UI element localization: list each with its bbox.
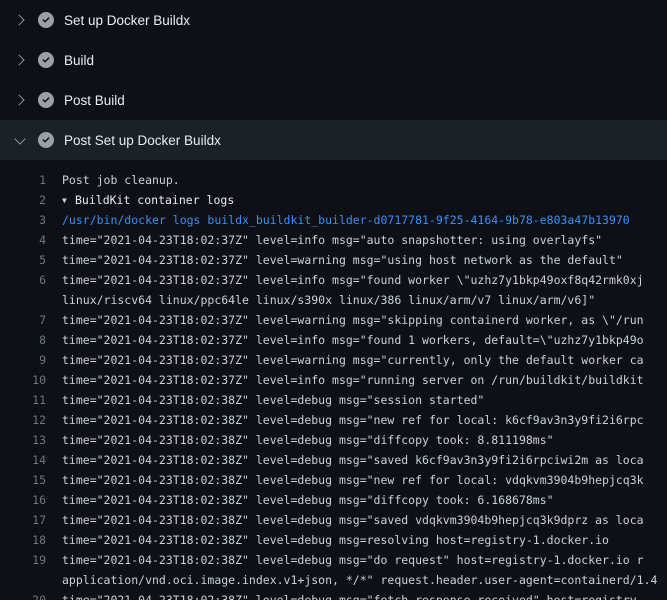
log-line[interactable]: 14time="2021-04-23T18:02:38Z" level=debu… bbox=[0, 450, 667, 470]
log-line-text: application/vnd.oci.image.index.v1+json,… bbox=[46, 570, 657, 590]
log-line[interactable]: 16time="2021-04-23T18:02:38Z" level=debu… bbox=[0, 490, 667, 510]
step-row-set-up-docker-buildx[interactable]: Set up Docker Buildx bbox=[0, 0, 667, 40]
log-line[interactable]: 3/usr/bin/docker logs buildx_buildkit_bu… bbox=[0, 210, 667, 230]
log-line[interactable]: 1Post job cleanup. bbox=[0, 170, 667, 190]
log-area: 1Post job cleanup.2▼BuildKit container l… bbox=[0, 160, 667, 600]
log-line-text: time="2021-04-23T18:02:38Z" level=debug … bbox=[46, 490, 554, 510]
log-line-number[interactable]: 7 bbox=[0, 310, 46, 330]
chevron-right-icon[interactable] bbox=[12, 52, 28, 68]
log-line[interactable]: 10time="2021-04-23T18:02:37Z" level=info… bbox=[0, 370, 667, 390]
log-line[interactable]: 6time="2021-04-23T18:02:37Z" level=info … bbox=[0, 270, 667, 290]
log-line-text: linux/riscv64 linux/ppc64le linux/s390x … bbox=[46, 290, 595, 310]
log-line[interactable]: 7time="2021-04-23T18:02:37Z" level=warni… bbox=[0, 310, 667, 330]
log-line[interactable]: 9time="2021-04-23T18:02:37Z" level=warni… bbox=[0, 350, 667, 370]
log-line-number[interactable]: 18 bbox=[0, 530, 46, 550]
log-line-number[interactable]: 15 bbox=[0, 470, 46, 490]
log-line-text: time="2021-04-23T18:02:38Z" level=debug … bbox=[46, 510, 644, 530]
step-row-post-set-up-docker-buildx[interactable]: Post Set up Docker Buildx bbox=[0, 120, 667, 160]
step-label: Set up Docker Buildx bbox=[64, 13, 190, 28]
log-line-number[interactable]: 8 bbox=[0, 330, 46, 350]
step-label: Post Set up Docker Buildx bbox=[64, 133, 221, 148]
actions-log-viewer: Set up Docker Buildx Build Post Build Post … bbox=[0, 0, 667, 600]
log-line[interactable]: 8time="2021-04-23T18:02:37Z" level=info … bbox=[0, 330, 667, 350]
step-row-build[interactable]: Build bbox=[0, 40, 667, 80]
log-group-line: ▼BuildKit container logs bbox=[46, 190, 234, 210]
log-line-number[interactable]: 16 bbox=[0, 490, 46, 510]
log-line[interactable]: 11time="2021-04-23T18:02:38Z" level=debu… bbox=[0, 390, 667, 410]
log-line-number[interactable]: 4 bbox=[0, 230, 46, 250]
log-line[interactable]: 13time="2021-04-23T18:02:38Z" level=debu… bbox=[0, 430, 667, 450]
log-line-number bbox=[0, 570, 46, 590]
log-line-number[interactable]: 1 bbox=[0, 170, 46, 190]
log-line[interactable]: 5time="2021-04-23T18:02:37Z" level=warni… bbox=[0, 250, 667, 270]
steps-list: Set up Docker Buildx Build Post Build Post … bbox=[0, 0, 667, 160]
log-line[interactable]: 18time="2021-04-23T18:02:38Z" level=debu… bbox=[0, 530, 667, 550]
log-line-text: time="2021-04-23T18:02:37Z" level=info m… bbox=[46, 330, 644, 350]
log-line[interactable]: linux/riscv64 linux/ppc64le linux/s390x … bbox=[0, 290, 667, 310]
log-line-text: time="2021-04-23T18:02:37Z" level=warnin… bbox=[46, 310, 644, 330]
log-line-number[interactable]: 9 bbox=[0, 350, 46, 370]
log-line-text: time="2021-04-23T18:02:37Z" level=warnin… bbox=[46, 250, 623, 270]
chevron-right-icon[interactable] bbox=[12, 12, 28, 28]
log-line-number[interactable]: 20 bbox=[0, 590, 46, 600]
log-line[interactable]: 2▼BuildKit container logs bbox=[0, 190, 667, 210]
log-line[interactable]: application/vnd.oci.image.index.v1+json,… bbox=[0, 570, 667, 590]
log-line[interactable]: 19time="2021-04-23T18:02:38Z" level=debu… bbox=[0, 550, 667, 570]
log-group-label: BuildKit container logs bbox=[75, 193, 234, 207]
log-line-text: time="2021-04-23T18:02:37Z" level=info m… bbox=[46, 270, 644, 290]
log-line[interactable]: 17time="2021-04-23T18:02:38Z" level=debu… bbox=[0, 510, 667, 530]
log-line-text: time="2021-04-23T18:02:37Z" level=info m… bbox=[46, 230, 602, 250]
log-line-number[interactable]: 17 bbox=[0, 510, 46, 530]
step-row-post-build[interactable]: Post Build bbox=[0, 80, 667, 120]
log-line[interactable]: 20time="2021-04-23T18:02:38Z" level=debu… bbox=[0, 590, 667, 600]
log-line-text: time="2021-04-23T18:02:38Z" level=debug … bbox=[46, 390, 484, 410]
log-line-text: time="2021-04-23T18:02:38Z" level=debug … bbox=[46, 430, 554, 450]
log-line-number[interactable]: 12 bbox=[0, 410, 46, 430]
success-check-icon bbox=[38, 12, 54, 28]
log-line-text: time="2021-04-23T18:02:38Z" level=debug … bbox=[46, 550, 644, 570]
log-command-text[interactable]: /usr/bin/docker logs buildx_buildkit_bui… bbox=[46, 210, 630, 230]
chevron-right-icon[interactable] bbox=[12, 92, 28, 108]
log-line-number[interactable]: 10 bbox=[0, 370, 46, 390]
log-line-text: Post job cleanup. bbox=[46, 170, 180, 190]
log-line-text: time="2021-04-23T18:02:38Z" level=debug … bbox=[46, 470, 644, 490]
step-label: Build bbox=[64, 53, 94, 68]
log-line-number[interactable]: 14 bbox=[0, 450, 46, 470]
log-line-number[interactable]: 6 bbox=[0, 270, 46, 290]
log-line-number[interactable]: 2 bbox=[0, 190, 46, 210]
log-line-number[interactable]: 13 bbox=[0, 430, 46, 450]
log-line-text: time="2021-04-23T18:02:38Z" level=debug … bbox=[46, 450, 644, 470]
log-line-text: time="2021-04-23T18:02:37Z" level=warnin… bbox=[46, 350, 644, 370]
log-line[interactable]: 12time="2021-04-23T18:02:38Z" level=debu… bbox=[0, 410, 667, 430]
log-line-number[interactable]: 19 bbox=[0, 550, 46, 570]
log-line[interactable]: 15time="2021-04-23T18:02:38Z" level=debu… bbox=[0, 470, 667, 490]
log-line-text: time="2021-04-23T18:02:38Z" level=debug … bbox=[46, 410, 644, 430]
log-line-number bbox=[0, 290, 46, 310]
log-group-toggle-icon[interactable]: ▼ bbox=[62, 191, 75, 210]
log-line-number[interactable]: 11 bbox=[0, 390, 46, 410]
log-line-text: time="2021-04-23T18:02:37Z" level=info m… bbox=[46, 370, 644, 390]
log-line-text: time="2021-04-23T18:02:38Z" level=debug … bbox=[46, 530, 609, 550]
success-check-icon bbox=[38, 132, 54, 148]
chevron-down-icon[interactable] bbox=[12, 132, 28, 148]
success-check-icon bbox=[38, 52, 54, 68]
log-line-number[interactable]: 5 bbox=[0, 250, 46, 270]
step-label: Post Build bbox=[64, 93, 125, 108]
log-line-number[interactable]: 3 bbox=[0, 210, 46, 230]
success-check-icon bbox=[38, 92, 54, 108]
log-line-text: time="2021-04-23T18:02:38Z" level=debug … bbox=[46, 590, 644, 600]
log-line[interactable]: 4time="2021-04-23T18:02:37Z" level=info … bbox=[0, 230, 667, 250]
